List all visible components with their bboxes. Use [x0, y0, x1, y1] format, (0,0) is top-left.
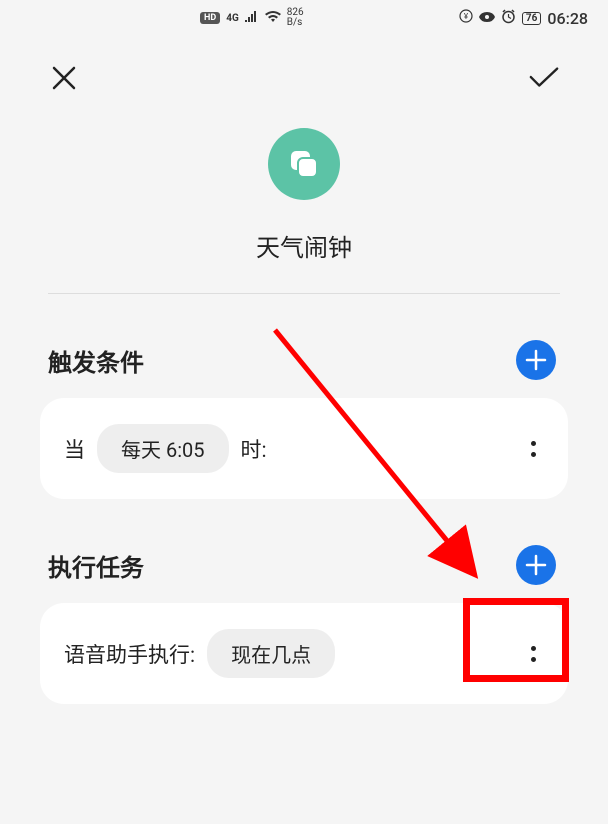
task-title: 执行任务 [48, 548, 144, 583]
plus-icon [525, 554, 547, 576]
copy-icon [286, 146, 322, 182]
trigger-section-header: 触发条件 [40, 294, 568, 398]
location-icon: ¥ [459, 9, 473, 27]
close-button[interactable] [48, 62, 80, 94]
hd-badge: HD [200, 12, 220, 24]
close-icon [51, 65, 77, 91]
plus-icon [525, 349, 547, 371]
add-task-button[interactable] [516, 545, 556, 585]
status-right: ¥ 76 06:28 [459, 9, 588, 28]
task-menu-button[interactable] [523, 638, 544, 670]
app-header: 天气闹钟 [0, 114, 608, 293]
trigger-suffix: 时: [241, 434, 267, 464]
app-title: 天气闹钟 [256, 228, 352, 283]
svg-text:¥: ¥ [464, 12, 469, 21]
trigger-title: 触发条件 [48, 343, 144, 378]
wifi-icon [265, 10, 281, 26]
app-icon[interactable] [268, 128, 340, 200]
task-value-pill[interactable]: 现在几点 [207, 629, 335, 678]
status-left: HD 4G 826 B/s [200, 8, 304, 28]
signal-icon [245, 10, 259, 26]
trigger-value-pill[interactable]: 每天 6:05 [97, 424, 229, 473]
confirm-button[interactable] [528, 62, 560, 94]
battery-indicator: 76 [522, 12, 541, 25]
trigger-menu-button[interactable] [523, 433, 544, 465]
header-actions [0, 32, 608, 114]
task-prefix: 语音助手执行: [64, 639, 195, 669]
task-section: 执行任务 语音助手执行: 现在几点 [0, 499, 608, 704]
task-card: 语音助手执行: 现在几点 [40, 603, 568, 704]
clock: 06:28 [547, 9, 588, 28]
add-trigger-button[interactable] [516, 340, 556, 380]
dot-icon [531, 657, 536, 662]
task-section-header: 执行任务 [40, 499, 568, 603]
eye-icon [479, 10, 495, 26]
trigger-section: 触发条件 当 每天 6:05 时: [0, 294, 608, 499]
alarm-icon [501, 9, 516, 28]
trigger-prefix: 当 [64, 434, 85, 464]
check-icon [528, 65, 560, 91]
dot-icon [531, 646, 536, 651]
dot-icon [531, 441, 536, 446]
network-speed: 826 B/s [287, 8, 304, 28]
dot-icon [531, 452, 536, 457]
status-bar: HD 4G 826 B/s ¥ 76 06:28 [0, 0, 608, 32]
network-type: 4G [226, 13, 239, 24]
trigger-card: 当 每天 6:05 时: [40, 398, 568, 499]
